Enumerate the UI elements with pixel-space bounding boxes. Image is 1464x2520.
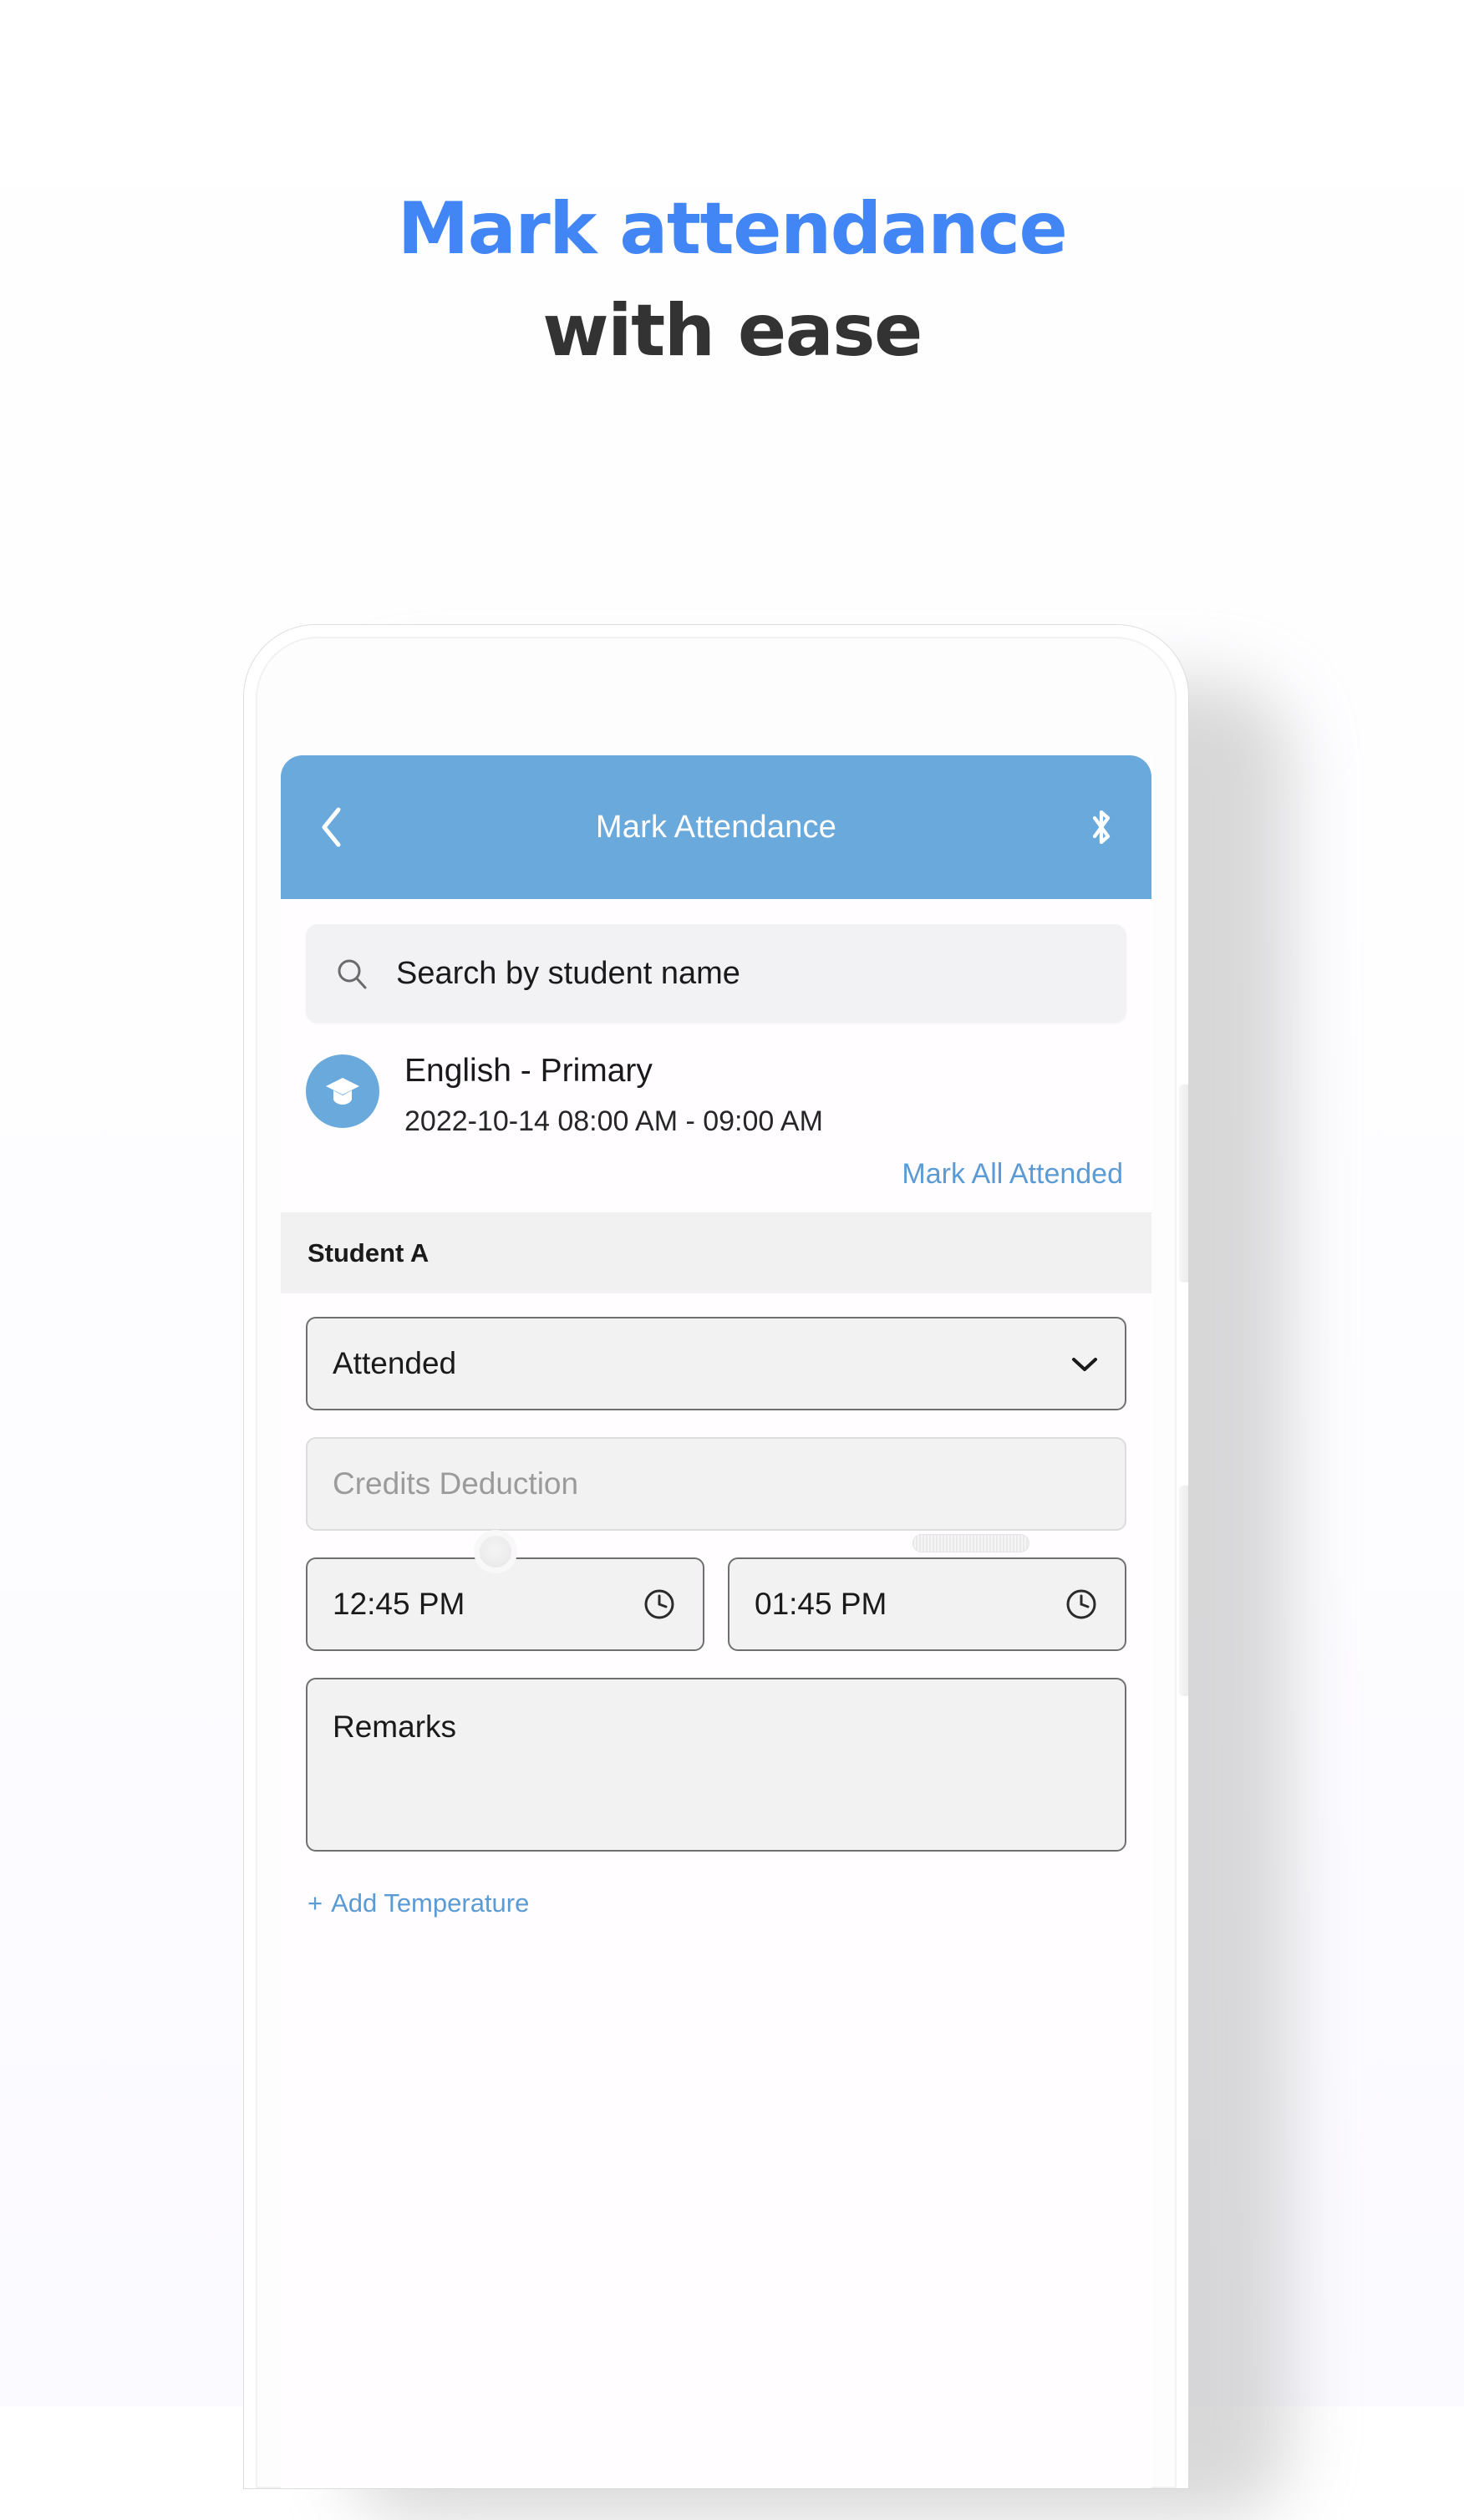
headline-line-1: Mark attendance bbox=[397, 187, 1068, 271]
student-form: Attended Credits Deduction 12:45 PM 01:4… bbox=[281, 1293, 1151, 1918]
bluetooth-icon bbox=[1092, 810, 1111, 845]
front-camera-icon bbox=[480, 1536, 511, 1567]
chevron-left-icon bbox=[322, 807, 341, 847]
remarks-input[interactable]: Remarks bbox=[306, 1677, 1126, 1852]
attendance-status-select[interactable]: Attended bbox=[306, 1316, 1126, 1410]
time-in-input[interactable]: 12:45 PM bbox=[306, 1557, 704, 1651]
bluetooth-button[interactable] bbox=[1080, 805, 1123, 849]
back-button[interactable] bbox=[309, 805, 353, 849]
class-meta: English - Primary 2022-10-14 08:00 AM - … bbox=[404, 1046, 823, 1138]
phone-screen: Mark Attendance Search by student name E… bbox=[281, 755, 1151, 2488]
clock-icon bbox=[644, 1589, 674, 1619]
time-in-value: 12:45 PM bbox=[333, 1586, 465, 1621]
credits-deduction-placeholder: Credits Deduction bbox=[333, 1466, 579, 1501]
class-title: English - Primary bbox=[404, 1053, 653, 1089]
class-info-card[interactable]: English - Primary 2022-10-14 08:00 AM - … bbox=[281, 1041, 1151, 1138]
time-out-input[interactable]: 01:45 PM bbox=[728, 1557, 1126, 1651]
search-placeholder: Search by student name bbox=[396, 955, 740, 991]
time-row: 12:45 PM 01:45 PM bbox=[306, 1557, 1126, 1651]
search-section: Search by student name bbox=[281, 899, 1151, 1041]
volume-button[interactable] bbox=[1180, 1085, 1188, 1281]
student-name-header: Student A bbox=[281, 1212, 1151, 1293]
chevron-down-icon bbox=[1072, 1357, 1097, 1371]
class-schedule: 2022-10-14 08:00 AM - 09:00 AM bbox=[404, 1105, 823, 1137]
promo-headline: Mark attendance with ease bbox=[0, 182, 1464, 379]
power-button[interactable] bbox=[1180, 1486, 1188, 1694]
mark-all-row: Mark All Attended bbox=[281, 1137, 1151, 1213]
time-out-value: 01:45 PM bbox=[755, 1586, 887, 1621]
remarks-placeholder: Remarks bbox=[333, 1709, 457, 1744]
search-input[interactable]: Search by student name bbox=[306, 924, 1126, 1023]
class-avatar bbox=[306, 1054, 379, 1128]
credits-deduction-input[interactable]: Credits Deduction bbox=[306, 1436, 1126, 1531]
app-bar-title: Mark Attendance bbox=[595, 809, 837, 845]
graduation-cap-icon bbox=[326, 1078, 359, 1105]
clock-icon bbox=[1066, 1589, 1096, 1619]
plus-icon: + bbox=[308, 1887, 323, 1918]
add-temperature-button[interactable]: + Add Temperature bbox=[306, 1882, 1126, 1918]
attendance-status-value: Attended bbox=[333, 1345, 457, 1380]
mark-all-attended-button[interactable]: Mark All Attended bbox=[902, 1158, 1123, 1190]
earpiece-speaker bbox=[912, 1534, 1029, 1552]
phone-mockup: Mark Attendance Search by student name E… bbox=[244, 625, 1188, 2488]
add-temperature-label: Add Temperature bbox=[331, 1887, 530, 1918]
search-icon bbox=[334, 956, 369, 991]
app-bar: Mark Attendance bbox=[281, 755, 1151, 899]
headline-line-2: with ease bbox=[542, 288, 923, 373]
